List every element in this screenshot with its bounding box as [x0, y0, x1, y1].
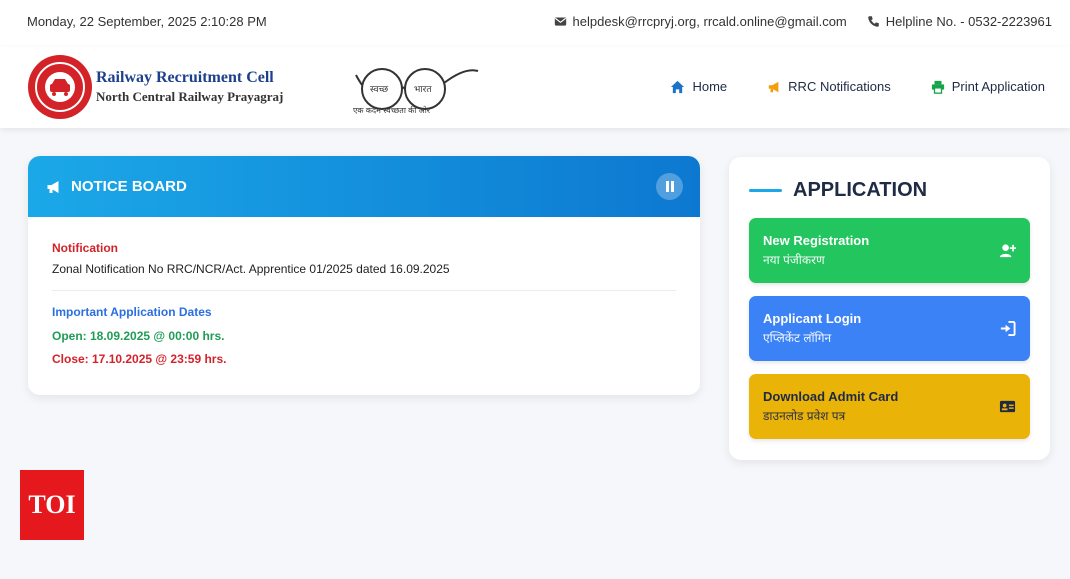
sign-in-icon [1000, 320, 1016, 337]
org-title: Railway Recruitment Cell [96, 69, 274, 86]
applicant-login-subtitle: एप्लिकेंट लॉगिन [763, 331, 832, 345]
email-contact[interactable]: helpdesk@rrcpryj.org, rrcald.online@gmai… [554, 14, 847, 29]
application-heading: APPLICATION [749, 179, 927, 202]
new-registration-button[interactable]: New Registration नया पंजीकरण [749, 218, 1030, 283]
megaphone-icon [47, 180, 59, 193]
download-admit-card-button[interactable]: Download Admit Card डाउनलोड प्रवेश पत्र [749, 374, 1030, 439]
pause-button[interactable] [656, 173, 683, 200]
nav-print-label: Print Application [951, 79, 1045, 94]
notice-board-title: NOTICE BOARD [71, 178, 187, 195]
swachh-right-text: भारत [414, 84, 432, 94]
notification-text[interactable]: Zonal Notification No RRC/NCR/Act. Appre… [52, 262, 676, 276]
notice-board-header: NOTICE BOARD [28, 156, 700, 217]
admit-card-subtitle: डाउनलोड प्रवेश पत्र [763, 409, 846, 423]
current-datetime: Monday, 22 September, 2025 2:10:28 PM [27, 14, 267, 29]
railway-emblem-icon [28, 55, 92, 119]
new-registration-subtitle: नया पंजीकरण [763, 253, 825, 267]
email-text: helpdesk@rrcpryj.org, rrcald.online@gmai… [572, 14, 847, 29]
admit-card-title: Download Admit Card [763, 389, 899, 404]
helpline-text: Helpline No. - 0532-2223961 [885, 14, 1052, 29]
home-icon [671, 80, 685, 93]
pause-icon [665, 181, 674, 192]
notice-board-card: NOTICE BOARD Notification Zonal Notifica… [28, 156, 700, 395]
site-header: Railway Recruitment Cell North Central R… [0, 47, 1070, 128]
megaphone-icon [768, 81, 779, 92]
top-info-bar: Monday, 22 September, 2025 2:10:28 PM he… [0, 0, 1070, 48]
divider [52, 290, 676, 291]
application-panel: APPLICATION New Registration नया पंजीकरण… [729, 157, 1050, 460]
main-nav: Home RRC Notifications Print Application [670, 79, 1045, 94]
nav-home[interactable]: Home [670, 79, 727, 94]
site-logo[interactable]: Railway Recruitment Cell North Central R… [28, 55, 283, 119]
org-subtitle: North Central Railway Prayagraj [96, 89, 284, 104]
helpline-contact[interactable]: Helpline No. - 0532-2223961 [867, 14, 1052, 29]
nav-notifications-label: RRC Notifications [788, 79, 891, 94]
applicant-login-title: Applicant Login [763, 311, 862, 326]
notification-label: Notification [52, 241, 118, 255]
swachh-tagline: एक कदम स्वच्छता की ओर [353, 106, 431, 115]
envelope-icon [554, 17, 566, 26]
id-card-icon [999, 400, 1016, 413]
nav-home-label: Home [692, 79, 728, 94]
add-user-icon [999, 244, 1016, 258]
swachh-left-text: स्वच्छ [370, 84, 389, 94]
new-registration-title: New Registration [763, 233, 870, 248]
nav-rrc-notifications[interactable]: RRC Notifications [767, 79, 891, 94]
dates-label: Important Application Dates [52, 305, 212, 319]
nav-print-application[interactable]: Print Application [931, 79, 1045, 94]
applicant-login-button[interactable]: Applicant Login एप्लिकेंट लॉगिन [749, 296, 1030, 361]
open-date: Open: 18.09.2025 @ 00:00 hrs. [52, 329, 225, 343]
application-title: APPLICATION [793, 179, 928, 201]
heading-accent-bar [749, 189, 782, 192]
close-date: Close: 17.10.2025 @ 23:59 hrs. [52, 352, 227, 366]
phone-icon [867, 16, 879, 27]
toi-watermark-logo: TOI [20, 470, 84, 540]
printer-icon [931, 80, 944, 94]
